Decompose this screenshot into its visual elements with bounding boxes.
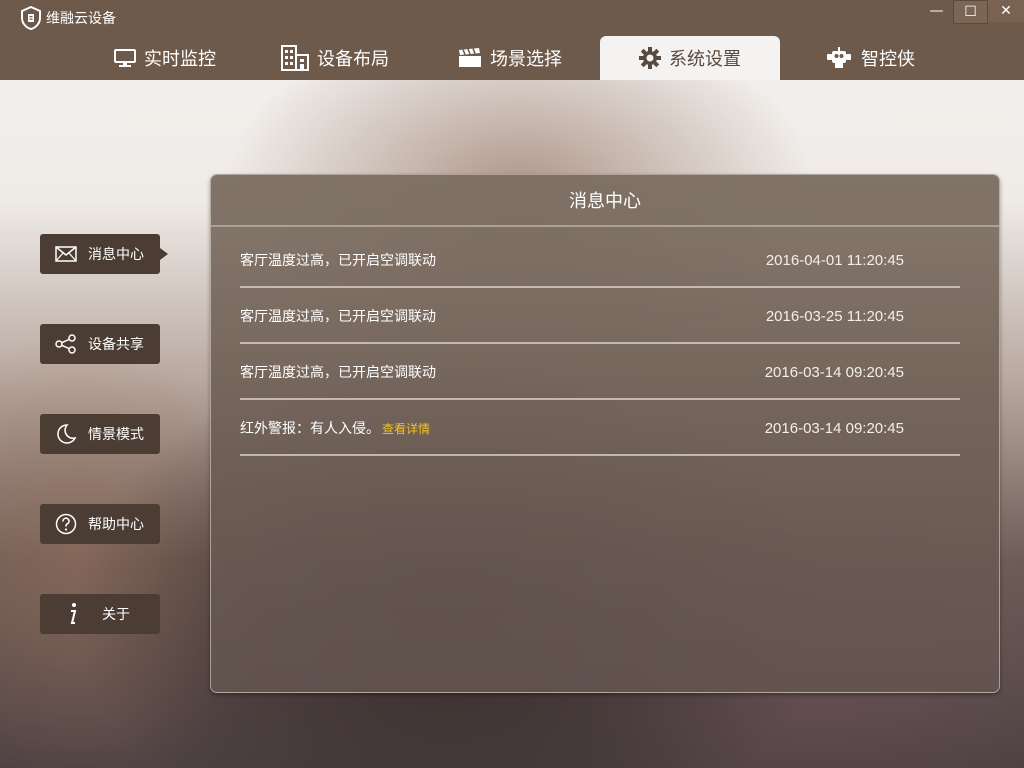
close-button[interactable]: ✕	[988, 0, 1024, 22]
message-row[interactable]: 红外警报：有人入侵。 查看详情 2016-03-14 09:20:45	[240, 402, 960, 456]
sidebar-item-label: 设备共享	[88, 337, 144, 353]
top-nav-tabs: 实时监控 设备布局 场景选择 系统设置 智控侠	[80, 36, 960, 80]
sidebar-item-device-share[interactable]: 设备共享	[40, 324, 160, 364]
message-time: 2016-03-14 09:20:45	[764, 363, 904, 381]
message-text-wrap: 红外警报：有人入侵。 查看详情	[240, 418, 430, 438]
app-name: 维融云设备	[46, 11, 116, 27]
panel-title: 消息中心	[211, 175, 999, 227]
tab-device-layout[interactable]: 设备布局	[250, 36, 420, 80]
sidebar-item-label: 帮助中心	[88, 517, 144, 533]
sidebar-item-about[interactable]: 关于	[40, 594, 160, 634]
clapperboard-icon	[458, 48, 482, 68]
tab-scene-select[interactable]: 场景选择	[420, 36, 600, 80]
monitor-icon	[114, 49, 136, 67]
message-time: 2016-03-14 09:20:45	[764, 419, 904, 437]
title-bar: 维融云设备 — ☐ ✕ 实时监控 设备布局 场景选择 系统设置 智控侠	[0, 0, 1024, 80]
tab-realtime-monitor[interactable]: 实时监控	[80, 36, 250, 80]
minimize-button[interactable]: —	[920, 0, 953, 22]
message-text: 客厅温度过高，已开启空调联动	[240, 309, 436, 325]
tab-label: 实时监控	[144, 49, 216, 70]
message-row[interactable]: 客厅温度过高，已开启空调联动 2016-04-01 11:20:45	[240, 234, 960, 288]
view-details-link[interactable]: 查看详情	[382, 420, 430, 437]
mail-icon	[54, 242, 78, 266]
building-icon	[281, 45, 309, 71]
sidebar-item-label: 关于	[102, 607, 130, 623]
sidebar-item-label: 消息中心	[88, 247, 144, 263]
moon-icon	[54, 422, 78, 446]
sidebar-item-label: 情景模式	[88, 427, 144, 443]
message-list: 客厅温度过高，已开启空调联动 2016-04-01 11:20:45 客厅温度过…	[240, 234, 960, 458]
tab-label: 系统设置	[669, 49, 741, 70]
message-text: 客厅温度过高，已开启空调联动	[240, 253, 436, 269]
sidebar-item-scene-mode[interactable]: 情景模式	[40, 414, 160, 454]
message-time: 2016-04-01 11:20:45	[765, 251, 904, 269]
message-time: 2016-03-25 11:20:45	[765, 307, 904, 325]
tab-system-settings[interactable]: 系统设置	[600, 36, 780, 80]
tab-smart-control[interactable]: 智控侠	[780, 36, 960, 80]
sidebar-item-message-center[interactable]: 消息中心	[40, 234, 168, 274]
tab-label: 场景选择	[490, 49, 562, 70]
shield-logo-icon	[20, 5, 42, 31]
gear-icon	[639, 47, 661, 69]
message-row[interactable]: 客厅温度过高，已开启空调联动 2016-03-25 11:20:45	[240, 290, 960, 344]
app-title: 维融云设备	[20, 4, 116, 32]
message-text: 客厅温度过高，已开启空调联动	[240, 365, 436, 381]
info-icon	[54, 602, 92, 626]
robot-icon	[825, 47, 853, 69]
maximize-button[interactable]: ☐	[953, 0, 988, 24]
sidebar-item-help-center[interactable]: 帮助中心	[40, 504, 160, 544]
message-row[interactable]: 客厅温度过高，已开启空调联动 2016-03-14 09:20:45	[240, 346, 960, 400]
tab-label: 智控侠	[861, 49, 915, 70]
tab-label: 设备布局	[317, 49, 389, 70]
message-text: 红外警报：有人入侵。	[240, 421, 380, 437]
question-icon	[54, 512, 78, 536]
message-center-panel: 消息中心 客厅温度过高，已开启空调联动 2016-04-01 11:20:45 …	[210, 174, 1000, 693]
window-controls: — ☐ ✕	[920, 0, 1024, 24]
share-icon	[54, 332, 78, 356]
